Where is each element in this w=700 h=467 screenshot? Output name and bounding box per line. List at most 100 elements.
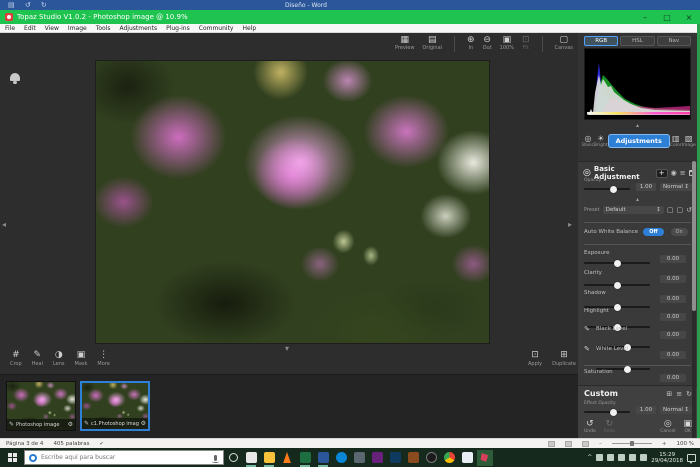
canvas-button[interactable]: ▢ Canvas xyxy=(555,36,573,51)
print-layout-button[interactable] xyxy=(565,441,572,447)
panel-scrollbar[interactable] xyxy=(692,161,696,438)
copy-effect-icon[interactable]: ⊞ xyxy=(666,390,672,398)
effect-blend-mode-dropdown[interactable]: Normal ↕ xyxy=(660,406,692,414)
opacity-value[interactable]: 1.00 xyxy=(636,183,656,191)
slider-knob[interactable] xyxy=(614,304,621,311)
menu-file[interactable]: File xyxy=(5,25,15,32)
exposure-value[interactable]: 0.00 xyxy=(660,255,686,263)
tray-battery-icon[interactable] xyxy=(618,454,625,461)
menu-adjustments[interactable]: Adjustments xyxy=(120,25,158,32)
taskbar-app-skype[interactable] xyxy=(333,450,349,466)
histogram-collapse-caret[interactable]: ▴ xyxy=(578,122,697,129)
blend-mode-dropdown[interactable]: Normal ↕ xyxy=(660,183,692,191)
taskbar-app-dark[interactable] xyxy=(423,450,439,466)
taskbar-app-chrome[interactable] xyxy=(441,450,457,466)
opacity-collapse-caret[interactable]: ▴ xyxy=(578,196,697,203)
add-adjustment-button[interactable]: + xyxy=(656,169,668,178)
slider-knob[interactable] xyxy=(624,366,631,373)
word-word-count[interactable]: 405 palabras xyxy=(53,441,89,447)
taskbar-app-explorer[interactable] xyxy=(261,450,277,466)
menu-help[interactable]: Help xyxy=(242,25,256,32)
zoom-in-control[interactable]: + xyxy=(662,441,667,447)
taskbar-app-topaz-active[interactable] xyxy=(477,450,493,466)
shadow-value[interactable]: 0.00 xyxy=(660,295,686,303)
taskbar-clock[interactable]: 15:29 29/04/2018 xyxy=(651,452,683,464)
maximize-button[interactable]: □ xyxy=(656,13,678,22)
apply-button[interactable]: ⊡ Apply xyxy=(528,351,542,367)
menu-view[interactable]: View xyxy=(45,25,59,32)
taskbar-app-purple[interactable] xyxy=(369,450,385,466)
thumbnail-photoshop-image[interactable]: ✎ Photoshop image ⚙ xyxy=(6,381,76,431)
effect-opacity-value[interactable]: 1.00 xyxy=(636,406,656,414)
tray-security-icon[interactable] xyxy=(607,454,614,461)
zoom-slider[interactable] xyxy=(612,443,652,444)
zoom-slider-handle[interactable] xyxy=(630,441,634,446)
zoom-100-button[interactable]: ▣ 100% xyxy=(500,36,514,51)
start-button[interactable] xyxy=(0,448,24,467)
redo-button[interactable]: ↻ Redo xyxy=(604,420,615,434)
opacity-slider-knob[interactable] xyxy=(610,186,617,193)
black-level-value[interactable]: 0.00 xyxy=(660,331,686,339)
saturation-value[interactable]: 0.00 xyxy=(660,374,686,382)
zoom-in-button[interactable]: ⊕ In xyxy=(467,36,475,51)
read-mode-button[interactable] xyxy=(548,441,555,447)
original-button[interactable]: ▤ Original xyxy=(422,36,442,51)
copy-preset-icon[interactable]: ▢ xyxy=(677,206,684,214)
slider-knob[interactable] xyxy=(610,409,617,416)
taskbar-app-word[interactable] xyxy=(315,450,331,466)
preview-button[interactable]: ▦ Preview xyxy=(395,36,414,51)
visibility-eye-icon[interactable]: ◉ xyxy=(671,169,677,177)
tray-expand-caret[interactable]: ^ xyxy=(587,454,592,461)
left-panel-expand-arrow[interactable]: ◂ xyxy=(2,221,6,229)
color-mode-button[interactable]: ▥ Color xyxy=(670,134,682,148)
tab-nav[interactable]: Nav xyxy=(657,36,691,46)
panel-menu-icon[interactable]: ≡ xyxy=(680,169,686,177)
taskbar-app-gray[interactable] xyxy=(351,450,367,466)
heal-tool-button[interactable]: ✎ Heal xyxy=(32,351,43,367)
save-preset-icon[interactable]: ▢ xyxy=(667,206,674,214)
mask-tool-button[interactable]: ▣ Mask xyxy=(75,351,88,367)
taskbar-app-vlc[interactable] xyxy=(279,450,295,466)
canvas-image[interactable] xyxy=(95,60,490,344)
menu-community[interactable]: Community xyxy=(199,25,234,32)
crop-tool-button[interactable]: # Crop xyxy=(10,351,22,367)
word-quick-access-icons[interactable]: ▤ ↺ ↻ xyxy=(8,1,51,9)
gear-icon[interactable]: ⚙ xyxy=(68,421,73,428)
bottom-panel-collapse-arrow[interactable]: ▾ xyxy=(285,345,289,353)
image-mode-button[interactable]: ▧ Image xyxy=(682,134,696,148)
scrollbar-thumb[interactable] xyxy=(692,161,696,311)
clarity-slider[interactable] xyxy=(584,284,650,286)
tab-hsl[interactable]: HSL xyxy=(620,36,654,46)
thumbnail-c1-photoshop-image[interactable]: ✎ c1.Photoshop image ⚙ xyxy=(80,381,150,431)
fit-button[interactable]: ⊡ Fit xyxy=(522,36,530,51)
right-panel-collapse-arrow[interactable]: ▸ xyxy=(568,221,572,229)
menu-plugins[interactable]: Plug-ins xyxy=(166,25,190,32)
black-point-dropper-icon[interactable]: ✎ xyxy=(584,326,590,333)
microphone-icon[interactable] xyxy=(214,455,217,461)
zoom-out-control[interactable]: – xyxy=(599,441,602,447)
action-center-icon[interactable] xyxy=(687,454,696,462)
search-input[interactable] xyxy=(41,454,210,461)
preset-dropdown[interactable]: Default ↕ xyxy=(603,206,664,214)
awb-off-toggle[interactable]: Off xyxy=(643,228,663,236)
opacity-slider[interactable] xyxy=(584,188,630,190)
tray-volume-icon[interactable] xyxy=(640,454,647,461)
word-zoom-level[interactable]: 100 % xyxy=(677,441,694,447)
app-titlebar[interactable]: Topaz Studio V1.0.2 - Photoshop image @ … xyxy=(0,10,700,24)
highlight-value[interactable]: 0.00 xyxy=(660,313,686,321)
gear-icon[interactable]: ⚙ xyxy=(141,420,146,427)
lens-tool-button[interactable]: ◑ Lens xyxy=(53,351,65,367)
web-layout-button[interactable] xyxy=(582,441,589,447)
taskbar-app-brown[interactable] xyxy=(405,450,421,466)
exposure-slider[interactable] xyxy=(584,262,650,264)
awb-on-toggle[interactable]: On xyxy=(671,228,688,236)
tray-network-icon[interactable] xyxy=(629,454,636,461)
menu-tools[interactable]: Tools xyxy=(96,25,111,32)
taskbar-app-excel[interactable] xyxy=(297,450,313,466)
white-point-dropper-icon[interactable]: ✎ xyxy=(584,346,590,353)
minimize-button[interactable]: – xyxy=(634,13,656,22)
adjustments-button[interactable]: Adjustments xyxy=(608,134,670,148)
taskbar-app-photoshop[interactable] xyxy=(387,450,403,466)
taskbar-search[interactable] xyxy=(24,450,224,465)
close-button[interactable]: × xyxy=(678,13,700,22)
